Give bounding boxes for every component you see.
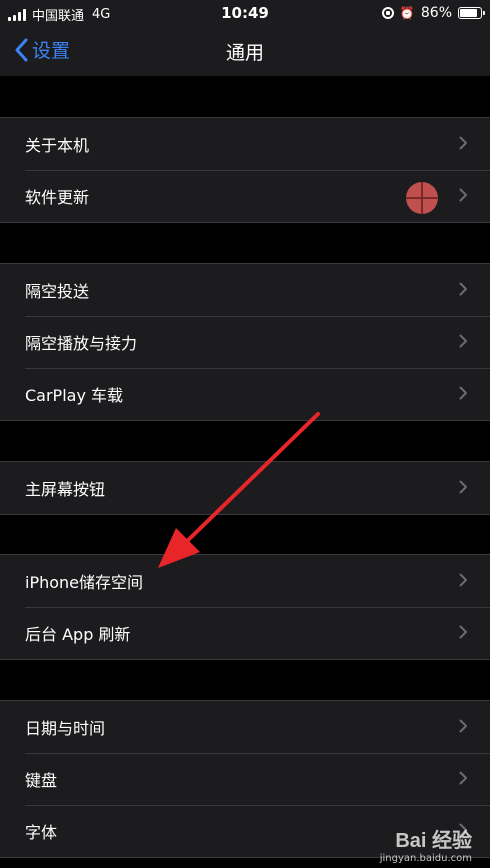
chevron-right-icon bbox=[459, 771, 467, 785]
update-badge-icon bbox=[406, 182, 438, 214]
watermark-url: jingyan.baidu.com bbox=[379, 853, 472, 864]
row-label: 隔空播放与接力 bbox=[25, 334, 138, 353]
row-label: 关于本机 bbox=[25, 136, 90, 155]
row-airdrop[interactable]: 隔空投送 bbox=[0, 264, 490, 316]
watermark: Bai 经验 jingyan.baidu.com bbox=[380, 824, 472, 864]
chevron-right-icon bbox=[459, 136, 467, 150]
settings-group-airdrop: 隔空投送 隔空播放与接力 CarPlay 车载 bbox=[0, 263, 490, 421]
row-label: 键盘 bbox=[25, 771, 58, 790]
row-label: 日期与时间 bbox=[25, 719, 106, 738]
page-title: 通用 bbox=[225, 42, 264, 64]
battery-percent: 86% bbox=[420, 5, 452, 21]
row-label: 主屏幕按钮 bbox=[25, 480, 106, 499]
settings-group-storage: iPhone储存空间 后台 App 刷新 bbox=[0, 554, 490, 660]
row-about[interactable]: 关于本机 bbox=[0, 118, 490, 170]
row-software-update[interactable]: 软件更新 bbox=[0, 170, 490, 222]
row-carplay[interactable]: CarPlay 车载 bbox=[0, 368, 490, 420]
row-keyboard[interactable]: 键盘 bbox=[0, 753, 490, 805]
row-background-app-refresh[interactable]: 后台 App 刷新 bbox=[0, 607, 490, 659]
alarm-icon: ⏰ bbox=[399, 6, 415, 20]
row-airplay-handoff[interactable]: 隔空播放与接力 bbox=[0, 316, 490, 368]
chevron-right-icon bbox=[459, 386, 467, 400]
row-label: 隔空投送 bbox=[25, 282, 90, 301]
chevron-right-icon bbox=[459, 282, 467, 296]
row-label: 后台 App 刷新 bbox=[25, 625, 131, 644]
status-bar: 中国联通 4G 10:49 ⏰ 86% bbox=[0, 0, 490, 26]
watermark-logo: Bai 经验 bbox=[395, 830, 472, 852]
chevron-right-icon bbox=[459, 188, 467, 202]
chevron-right-icon bbox=[459, 625, 467, 639]
status-right: ⏰ 86% bbox=[381, 5, 485, 21]
row-label: 软件更新 bbox=[25, 188, 90, 207]
row-iphone-storage[interactable]: iPhone储存空间 bbox=[0, 555, 490, 607]
settings-group-about: 关于本机 软件更新 bbox=[0, 117, 490, 223]
row-label: CarPlay 车载 bbox=[25, 386, 124, 405]
row-label: 字体 bbox=[25, 823, 58, 842]
row-label: iPhone储存空间 bbox=[25, 573, 144, 592]
battery-icon bbox=[458, 7, 485, 19]
chevron-right-icon bbox=[459, 334, 467, 348]
settings-group-home-button: 主屏幕按钮 bbox=[0, 461, 490, 515]
row-date-time[interactable]: 日期与时间 bbox=[0, 701, 490, 753]
chevron-right-icon bbox=[459, 719, 467, 733]
chevron-right-icon bbox=[459, 480, 467, 494]
chevron-right-icon bbox=[459, 573, 467, 587]
row-home-button[interactable]: 主屏幕按钮 bbox=[0, 462, 490, 514]
rotation-lock-icon bbox=[381, 7, 394, 19]
navigation-bar: 设置 通用 bbox=[0, 26, 490, 76]
